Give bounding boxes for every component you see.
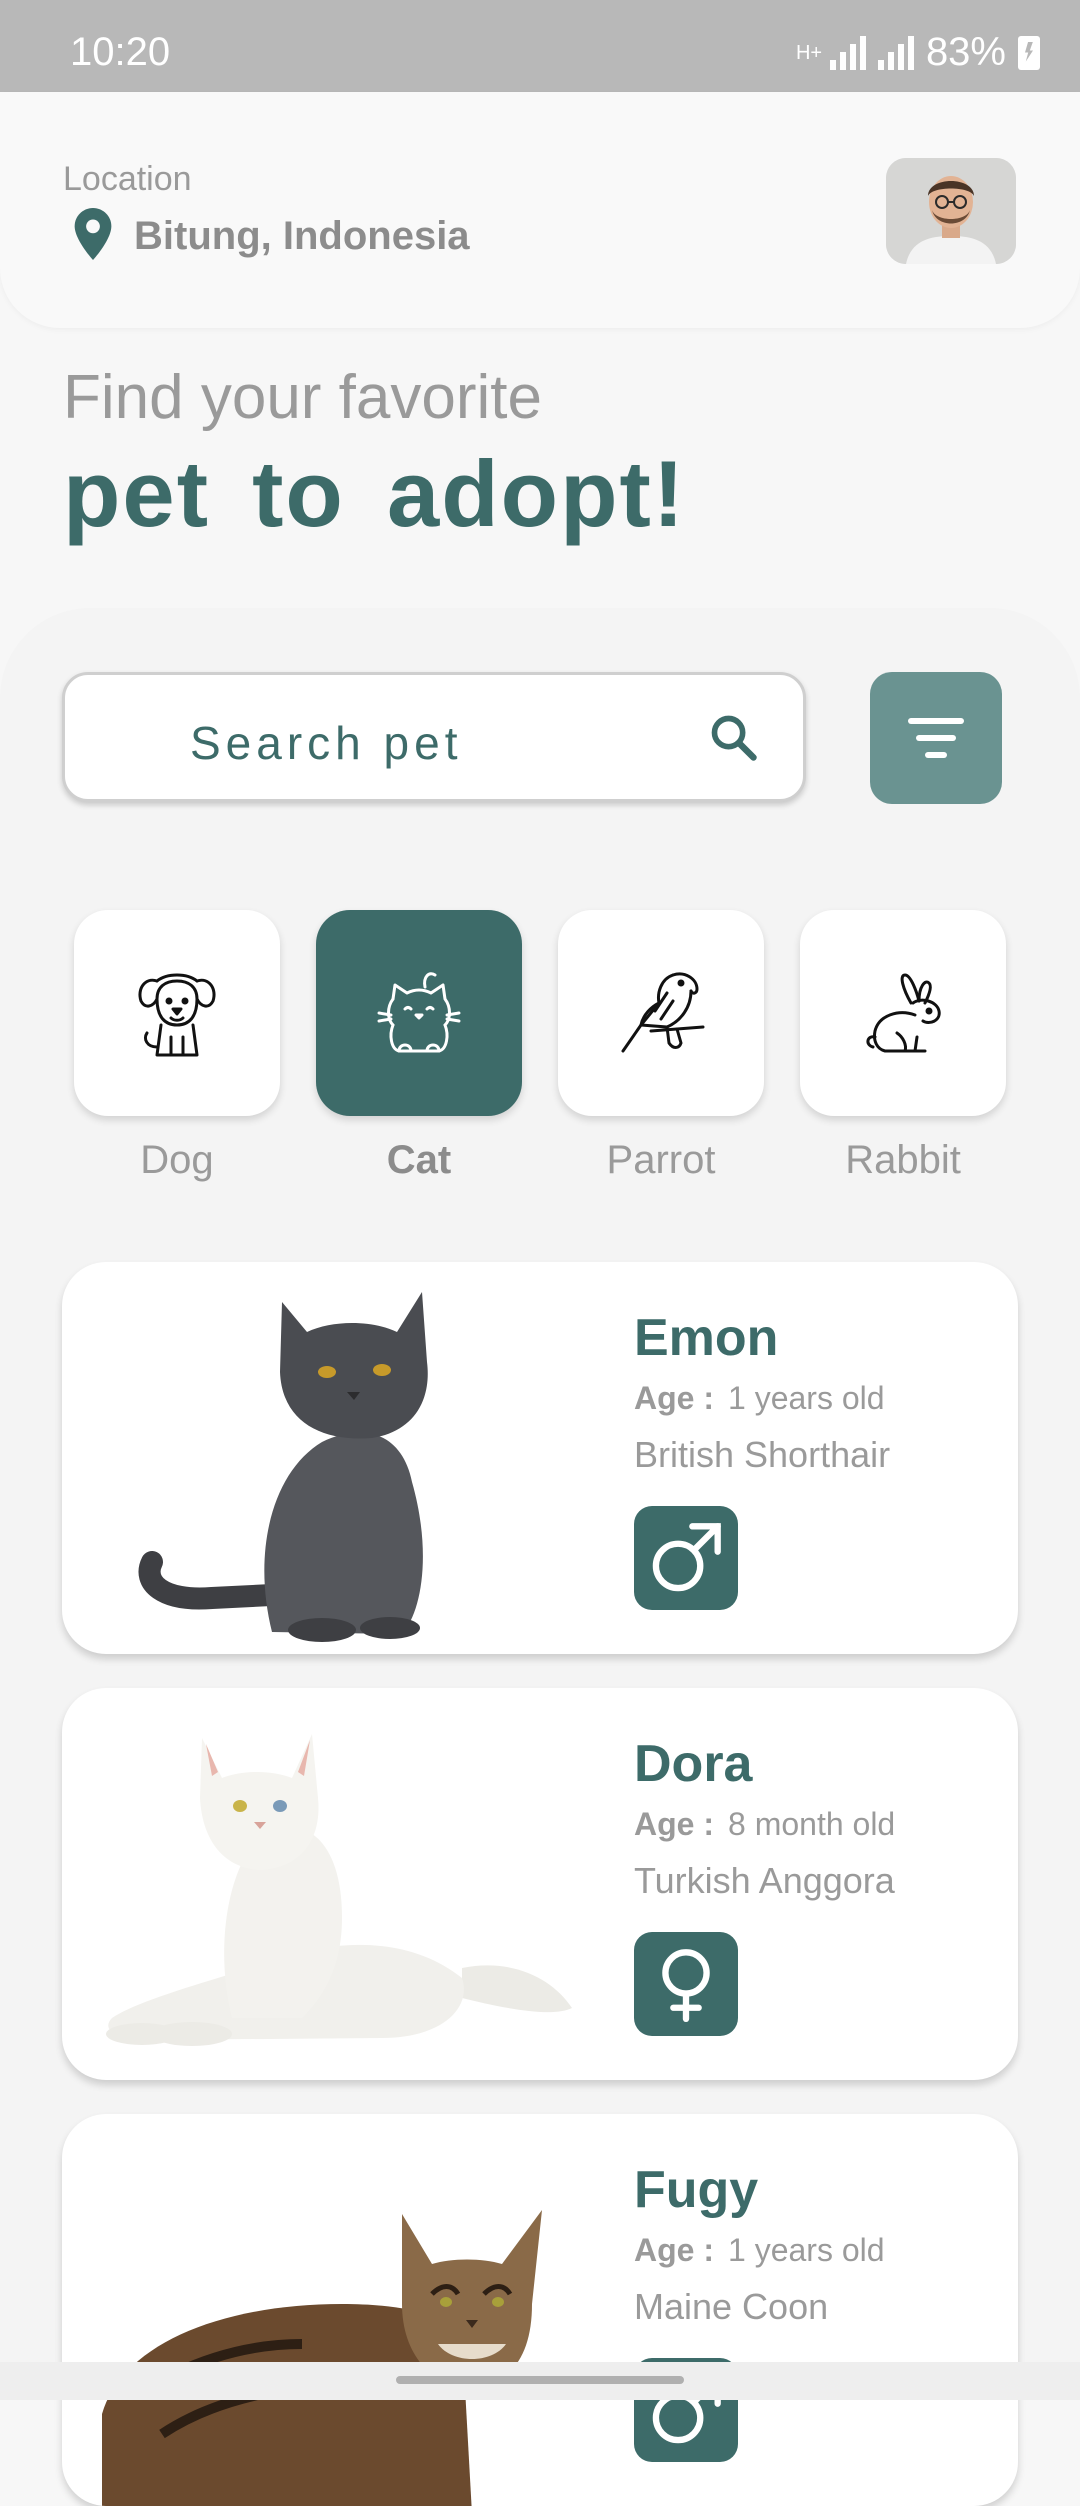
pet-name: Emon <box>634 1309 779 1367</box>
pet-age: Age : 8 month old <box>634 1806 895 1843</box>
gender-badge <box>634 1932 738 2036</box>
network-type-icon: H+ <box>795 41 823 64</box>
headline-subtitle: Find your favorite <box>63 363 542 432</box>
category-dog[interactable] <box>74 910 280 1116</box>
avatar[interactable] <box>886 158 1016 264</box>
category-rabbit[interactable] <box>800 910 1006 1116</box>
parrot-icon <box>621 972 705 1053</box>
status-bar: 10:20 H+ 83% <box>0 0 1080 92</box>
pet-breed: Maine Coon <box>634 2286 829 2327</box>
pet-age: Age : 1 years old <box>634 1380 885 1417</box>
category-label-rabbit: Rabbit <box>845 1138 961 1182</box>
pet-card-dora[interactable]: Dora Age : 8 month old Turkish Anggora <box>62 1688 1018 2080</box>
rabbit-icon <box>866 973 941 1053</box>
category-label-cat: Cat <box>386 1138 452 1182</box>
pet-name: Fugy <box>634 2161 759 2219</box>
filter-button[interactable] <box>870 672 1002 804</box>
pet-photo-dora <box>106 1734 572 2046</box>
signal-icon-2 <box>877 35 914 70</box>
location-value[interactable]: Bitung, Indonesia <box>134 214 470 259</box>
pet-age-value: 1 years old <box>728 2232 885 2268</box>
category-label-parrot: Parrot <box>606 1138 716 1182</box>
headline-title: pet to adopt! <box>63 441 687 546</box>
category-parrot[interactable] <box>558 910 764 1116</box>
pet-age-label: Age : <box>634 1380 714 1416</box>
cat-icon <box>377 972 461 1053</box>
search-placeholder: Search pet <box>190 717 463 769</box>
pet-age: Age : 1 years old <box>634 2232 885 2269</box>
pet-age-label: Age : <box>634 1806 714 1842</box>
status-icons: H+ 83% <box>796 30 1040 75</box>
pet-card-fugy[interactable]: Fugy Age : 1 years old Maine Coon <box>62 2114 1018 2506</box>
category-label-dog: Dog <box>140 1138 214 1182</box>
pet-breed: Turkish Anggora <box>634 1860 895 1901</box>
avatar-image <box>886 158 1016 264</box>
home-indicator[interactable] <box>396 2376 684 2384</box>
pet-photo-fugy <box>102 2210 542 2506</box>
category-cat[interactable] <box>316 910 522 1116</box>
pet-photo-emon <box>138 1292 428 1642</box>
dog-icon <box>138 973 216 1057</box>
signal-icon <box>829 35 866 70</box>
pet-age-label: Age : <box>634 2232 714 2268</box>
search-icon[interactable] <box>708 712 760 764</box>
status-time: 10:20 <box>70 30 171 74</box>
gender-badge <box>634 1506 738 1610</box>
location-pin-icon <box>74 208 112 260</box>
pet-name: Dora <box>634 1735 753 1793</box>
pet-breed: British Shorthair <box>634 1434 891 1475</box>
male-icon <box>652 1523 721 1592</box>
pet-card-emon[interactable]: Emon Age : 1 years old British Shorthair <box>62 1262 1018 1654</box>
battery-percent: 83% <box>925 30 1006 74</box>
pet-age-value: 8 month old <box>728 1806 896 1842</box>
pet-age-value: 1 years old <box>728 1380 885 1416</box>
female-icon <box>662 1949 710 2022</box>
battery-icon <box>1018 35 1040 70</box>
location-label: Location <box>63 160 192 198</box>
